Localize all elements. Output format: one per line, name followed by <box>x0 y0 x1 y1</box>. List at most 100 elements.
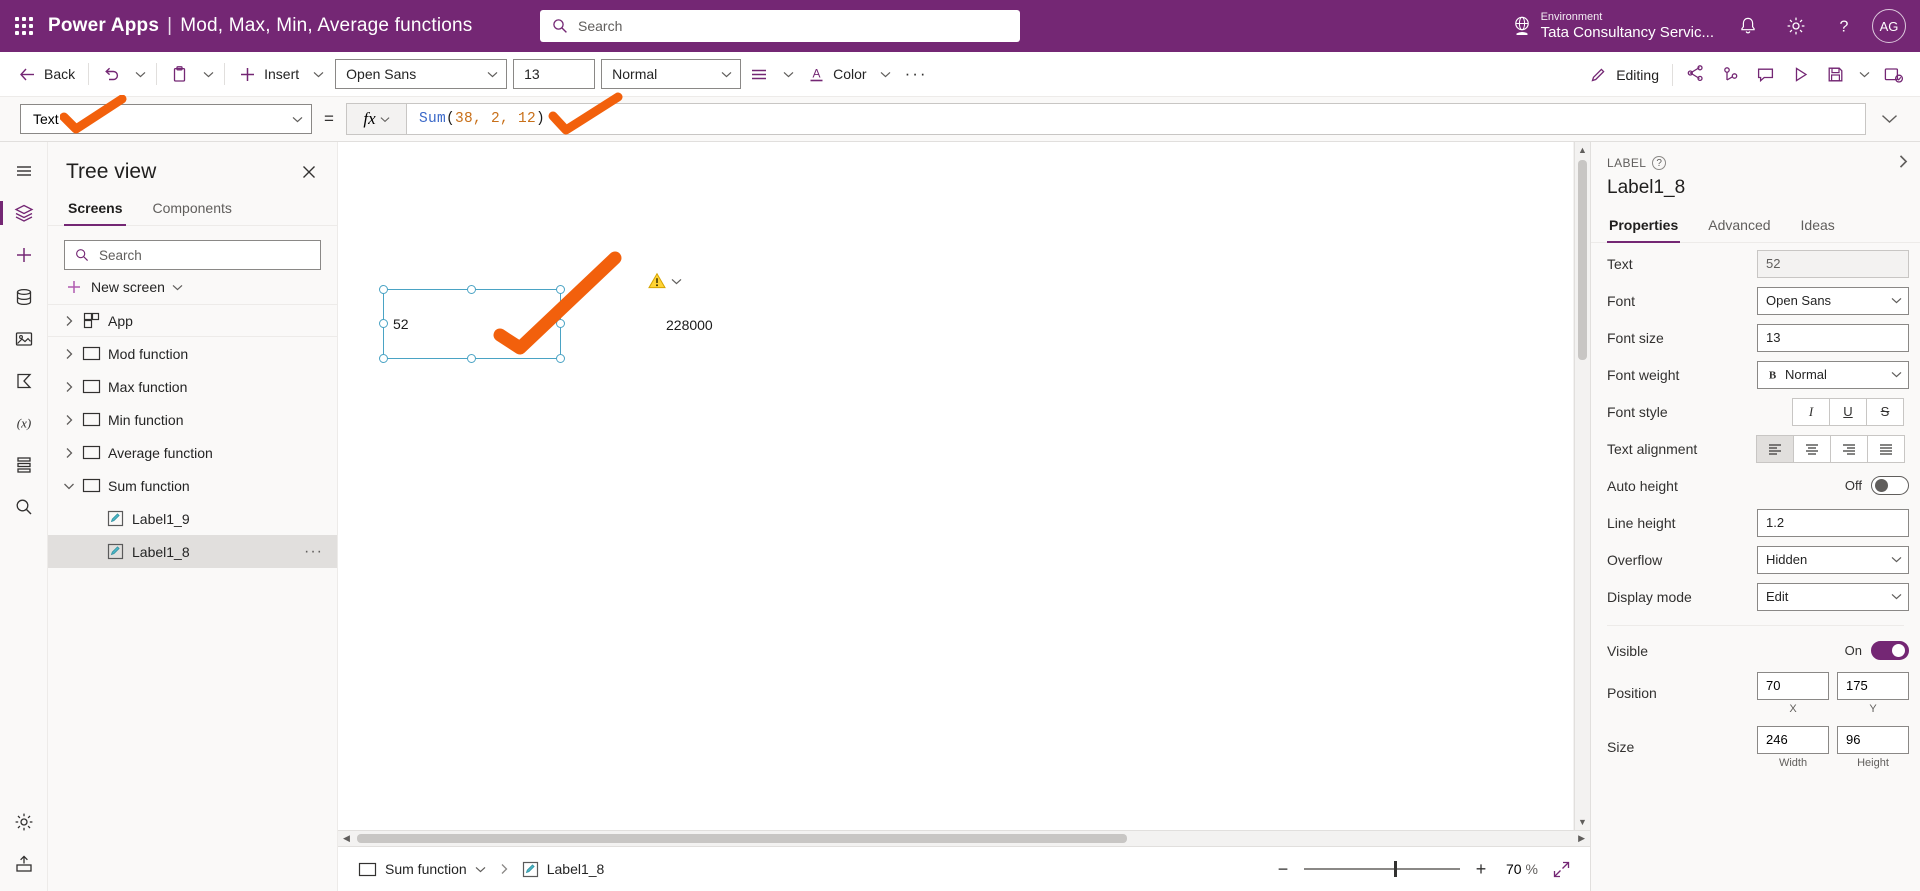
resize-handle-bottom-left[interactable] <box>379 354 388 363</box>
chevron-right-icon[interactable] <box>60 381 78 393</box>
zoom-slider-thumb[interactable] <box>1394 861 1398 877</box>
tree-item-sum-function[interactable]: Sum function <box>48 469 337 502</box>
check-app-button[interactable] <box>1713 59 1748 91</box>
tab-advanced[interactable]: Advanced <box>1706 211 1772 242</box>
position-y-input[interactable]: 175 <box>1837 671 1909 700</box>
scrollbar-thumb-horizontal[interactable] <box>356 834 1127 843</box>
paste-dropdown[interactable] <box>197 58 219 90</box>
tree-item-average-function[interactable]: Average function <box>48 436 337 469</box>
canvas-horizontal-scrollbar[interactable]: ◀ ▶ <box>338 830 1590 846</box>
share-button[interactable] <box>1678 59 1713 91</box>
tree-item-label1-8[interactable]: Label1_8 ··· <box>48 535 337 568</box>
rail-insert-icon[interactable] <box>0 234 48 276</box>
fit-to-screen-button[interactable] <box>1546 854 1576 884</box>
paste-button[interactable] <box>162 58 197 90</box>
canvas-vertical-scrollbar[interactable]: ▲ ▼ <box>1574 142 1590 830</box>
zoom-slider[interactable] <box>1303 854 1460 884</box>
tree-item-mod-function[interactable]: Mod function <box>48 337 337 370</box>
zoom-in-button[interactable]: + <box>1466 854 1496 884</box>
italic-button[interactable]: I <box>1792 397 1830 426</box>
scroll-up-arrow-icon[interactable]: ▲ <box>1578 142 1587 158</box>
scroll-left-arrow-icon[interactable]: ◀ <box>340 833 353 844</box>
rail-data-icon[interactable] <box>0 276 48 318</box>
color-button[interactable]: A Color <box>799 58 874 90</box>
font-select[interactable]: Open Sans <box>1757 286 1909 315</box>
rail-power-automate-icon[interactable] <box>0 360 48 402</box>
tree-item-max-function[interactable]: Max function <box>48 370 337 403</box>
waffle-menu-icon[interactable] <box>0 17 48 35</box>
resize-handle-top-left[interactable] <box>379 285 388 294</box>
tab-screens[interactable]: Screens <box>64 192 127 226</box>
display-mode-select[interactable]: Edit <box>1757 582 1909 611</box>
chevron-right-icon[interactable] <box>60 414 78 426</box>
rail-publish-icon[interactable] <box>0 843 48 885</box>
rail-media-icon[interactable] <box>0 318 48 360</box>
strikethrough-button[interactable]: S <box>1866 397 1904 426</box>
resize-handle-middle-right[interactable] <box>556 319 565 328</box>
scrollbar-thumb-vertical[interactable] <box>1578 160 1587 360</box>
size-width-input[interactable]: 246 <box>1757 725 1829 754</box>
tree-item-label1-9[interactable]: Label1_9 <box>48 502 337 535</box>
tree-item-more-icon[interactable]: ··· <box>304 543 323 561</box>
rail-search-icon[interactable] <box>0 486 48 528</box>
fx-button[interactable]: fx <box>346 103 406 135</box>
align-justify-button[interactable] <box>1867 434 1905 463</box>
user-avatar[interactable]: AG <box>1872 9 1906 43</box>
resize-handle-bottom-center[interactable] <box>467 354 476 363</box>
publish-button[interactable] <box>1875 59 1912 91</box>
overflow-select[interactable]: Hidden <box>1757 545 1909 574</box>
rail-settings-icon[interactable] <box>0 801 48 843</box>
resize-handle-bottom-right[interactable] <box>556 354 565 363</box>
chevron-down-icon[interactable] <box>475 866 486 873</box>
visible-toggle[interactable] <box>1871 641 1909 660</box>
save-dropdown[interactable] <box>1853 59 1875 91</box>
rail-menu-icon[interactable] <box>0 150 48 192</box>
tab-properties[interactable]: Properties <box>1607 211 1681 243</box>
close-icon[interactable] <box>295 158 323 186</box>
help-icon[interactable]: ? <box>1652 156 1667 170</box>
canvas-area[interactable]: 52 228000 ▲ ▼ <box>338 142 1590 830</box>
font-size-input[interactable]: 13 <box>1757 323 1909 352</box>
font-size-input[interactable]: 13 <box>513 59 596 89</box>
help-question-icon[interactable]: ? <box>1820 0 1868 52</box>
auto-height-toggle[interactable] <box>1871 476 1909 495</box>
environment-selector[interactable]: Environment Tata Consultancy Servic... <box>1509 11 1714 41</box>
chevron-right-icon[interactable] <box>60 348 78 360</box>
align-right-button[interactable] <box>1830 434 1868 463</box>
formula-input[interactable]: Sum(38, 2, 12) <box>406 103 1866 135</box>
font-weight-select[interactable]: B Normal <box>1757 360 1909 389</box>
comments-button[interactable] <box>1748 59 1783 91</box>
insert-dropdown[interactable] <box>307 58 329 90</box>
line-height-input[interactable]: 1.2 <box>1757 508 1909 537</box>
resize-handle-middle-left[interactable] <box>379 319 388 328</box>
more-commands-button[interactable]: ··· <box>897 58 936 90</box>
tab-components[interactable]: Components <box>148 192 235 225</box>
align-button[interactable] <box>741 58 777 90</box>
underline-button[interactable]: U <box>1829 397 1867 426</box>
property-selector[interactable]: Text <box>20 104 312 134</box>
rail-tree-view-icon[interactable] <box>0 192 48 234</box>
color-dropdown[interactable] <box>875 58 897 90</box>
resize-handle-top-center[interactable] <box>467 285 476 294</box>
font-weight-select[interactable]: Normal <box>601 59 742 89</box>
selected-label-control[interactable]: 52 <box>379 285 565 363</box>
formula-expand-button[interactable] <box>1866 114 1912 124</box>
save-button[interactable] <box>1818 59 1853 91</box>
chevron-right-icon[interactable] <box>60 315 78 327</box>
rail-components-icon[interactable] <box>0 444 48 486</box>
tab-ideas[interactable]: Ideas <box>1799 211 1837 242</box>
global-search-box[interactable]: Search <box>540 10 1020 42</box>
resize-handle-top-right[interactable] <box>556 285 565 294</box>
zoom-out-button[interactable]: − <box>1268 854 1298 884</box>
notifications-bell-icon[interactable] <box>1724 0 1772 52</box>
text-value-input[interactable]: 52 <box>1757 249 1909 278</box>
preview-button[interactable] <box>1783 59 1818 91</box>
undo-dropdown[interactable] <box>129 58 151 90</box>
tree-item-app[interactable]: App <box>48 304 337 337</box>
editing-mode-button[interactable]: Editing <box>1581 59 1667 91</box>
align-center-button[interactable] <box>1793 434 1831 463</box>
settings-gear-icon[interactable] <box>1772 0 1820 52</box>
undo-button[interactable] <box>94 58 129 90</box>
formula-warning-indicator[interactable] <box>648 272 682 290</box>
app-screen-surface[interactable]: 52 228000 <box>338 142 1573 830</box>
